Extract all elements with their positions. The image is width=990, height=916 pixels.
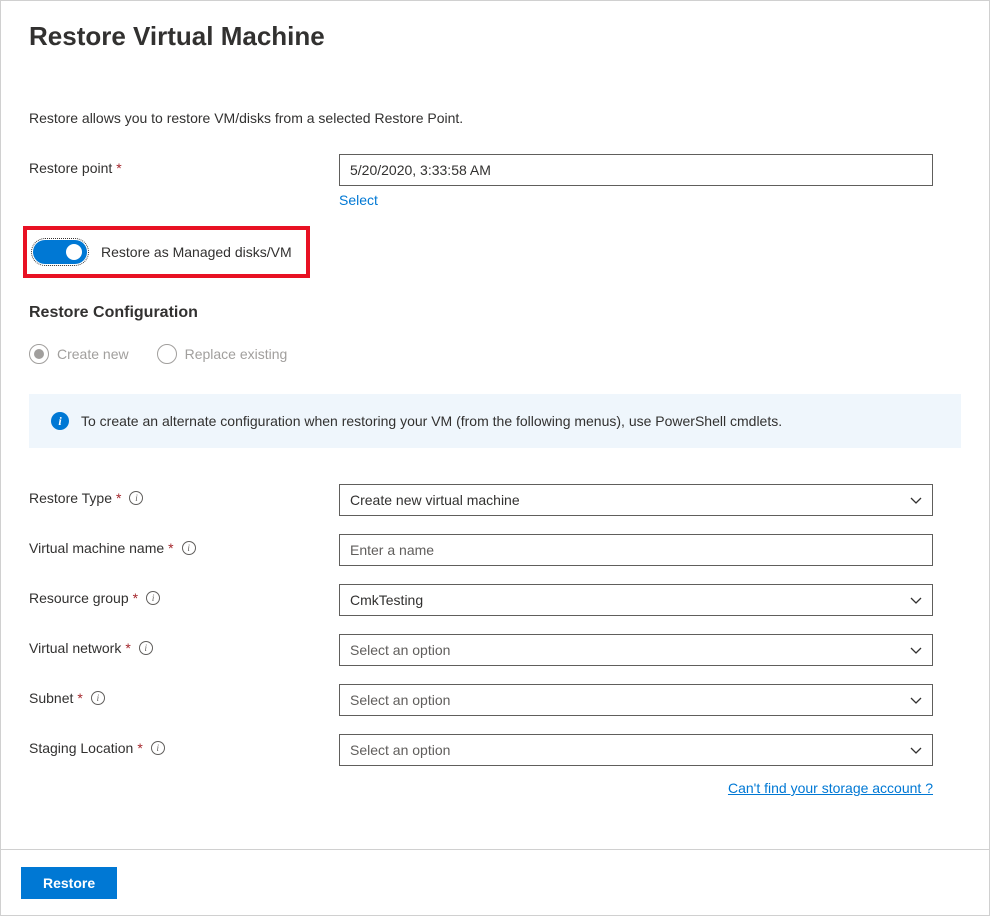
restore-configuration-heading: Restore Configuration: [29, 304, 961, 322]
radio-circle-icon: [29, 344, 49, 364]
chevron-down-icon: [910, 594, 922, 606]
storage-account-help-link[interactable]: Can't find your storage account ?: [728, 780, 933, 796]
chevron-down-icon: [910, 744, 922, 756]
chevron-down-icon: [910, 694, 922, 706]
subnet-dropdown[interactable]: Select an option: [339, 684, 933, 716]
info-icon[interactable]: i: [129, 491, 143, 505]
page-title: Restore Virtual Machine: [29, 21, 961, 52]
staging-location-label: Staging Location* i: [29, 734, 339, 756]
staging-location-dropdown[interactable]: Select an option: [339, 734, 933, 766]
info-banner-text: To create an alternate configuration whe…: [81, 413, 782, 429]
restore-point-input[interactable]: [339, 154, 933, 186]
vm-name-input[interactable]: [339, 534, 933, 566]
radio-circle-icon: [157, 344, 177, 364]
info-icon[interactable]: i: [146, 591, 160, 605]
chevron-down-icon: [910, 494, 922, 506]
resource-group-dropdown[interactable]: CmkTesting: [339, 584, 933, 616]
info-icon[interactable]: i: [139, 641, 153, 655]
virtual-network-dropdown[interactable]: Select an option: [339, 634, 933, 666]
info-banner: i To create an alternate configuration w…: [29, 394, 961, 448]
radio-replace-existing[interactable]: Replace existing: [157, 344, 288, 364]
vm-name-label: Virtual machine name* i: [29, 534, 339, 556]
info-icon[interactable]: i: [182, 541, 196, 555]
page-description: Restore allows you to restore VM/disks f…: [29, 110, 961, 126]
restore-point-label: Restore point*: [29, 154, 339, 176]
managed-disks-highlight: Restore as Managed disks/VM: [23, 226, 310, 278]
managed-disks-toggle[interactable]: [33, 240, 87, 264]
chevron-down-icon: [910, 644, 922, 656]
restore-point-select-link[interactable]: Select: [339, 192, 378, 208]
virtual-network-label: Virtual network* i: [29, 634, 339, 656]
restore-type-label: Restore Type* i: [29, 484, 339, 506]
footer-bar: Restore: [1, 849, 989, 915]
restore-button[interactable]: Restore: [21, 867, 117, 899]
radio-create-new[interactable]: Create new: [29, 344, 129, 364]
info-icon[interactable]: i: [151, 741, 165, 755]
managed-disks-toggle-label: Restore as Managed disks/VM: [101, 244, 292, 260]
subnet-label: Subnet* i: [29, 684, 339, 706]
restore-type-dropdown[interactable]: Create new virtual machine: [339, 484, 933, 516]
info-icon[interactable]: i: [91, 691, 105, 705]
info-icon: i: [51, 412, 69, 430]
resource-group-label: Resource group* i: [29, 584, 339, 606]
